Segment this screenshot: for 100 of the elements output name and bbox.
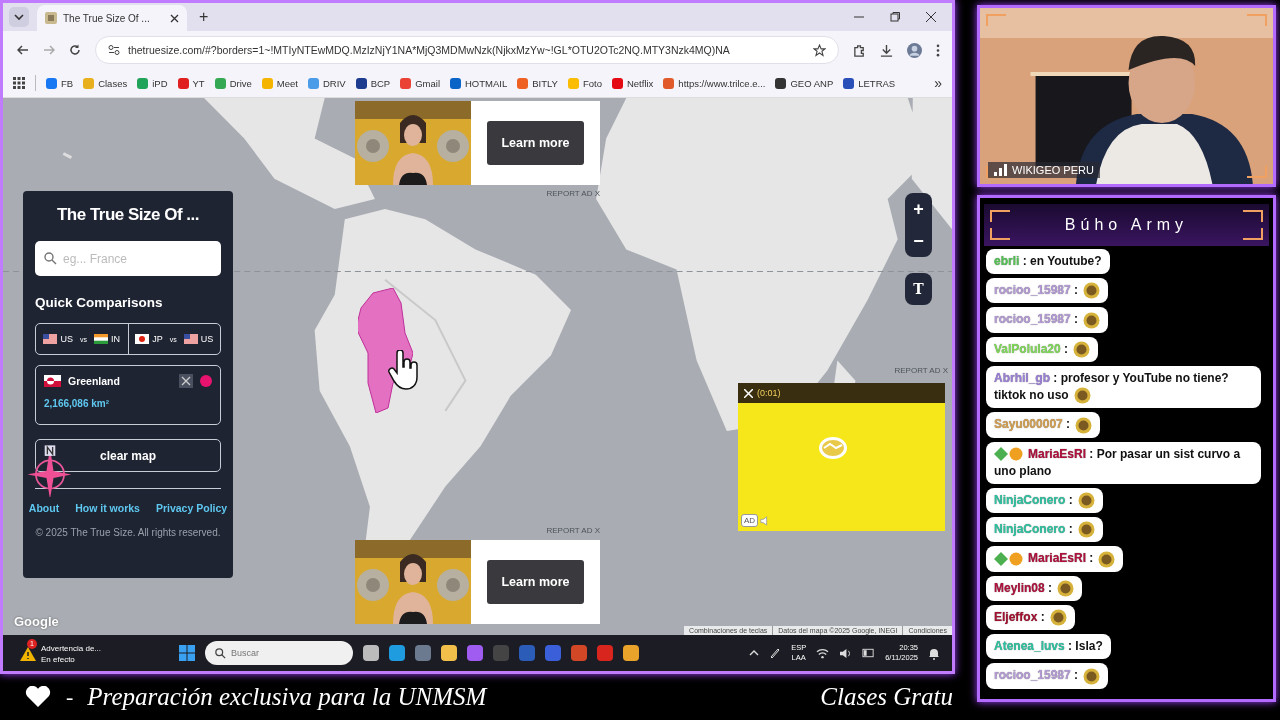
app-icon[interactable] (571, 645, 587, 661)
bookmark[interactable]: https://www.trilce.e... (663, 77, 766, 89)
bookmark-icon (177, 77, 189, 89)
bookmark-icon (450, 77, 461, 89)
chat-text: NinjaConero : (994, 492, 1073, 507)
chat-text: ValPolula20 : (994, 341, 1069, 356)
bookmark-icon (663, 77, 675, 89)
bookmark-icon (517, 77, 529, 89)
bookmark[interactable]: iPD (137, 77, 168, 89)
search-icon (215, 647, 226, 659)
bookmark[interactable]: GEO ANP (775, 77, 834, 89)
bookmark[interactable]: FB (46, 77, 74, 89)
chat-text: Atenea_luvs : Isla? (994, 639, 1103, 654)
restore-icon[interactable] (890, 12, 900, 22)
chat-text: rocioo_15987 : (994, 668, 1079, 683)
chat-text: rocioo_15987 : (994, 283, 1079, 297)
ticker-text: Preparación exclusiva para la UNMSM (87, 683, 487, 711)
chat-text: Eljeffox : (994, 609, 1045, 624)
app-icon[interactable] (597, 645, 613, 661)
battery-icon[interactable] (862, 648, 876, 658)
address-field[interactable]: thetruesize.com/#?borders=1~!MTIyNTEwMDQ.MzIzNjY1NA*MjQ3MDMwNzk(NjkxMzYw~!GL*OTU2OTc2NQ.MTY3Nzk4MQ)NA (95, 36, 839, 64)
bookmark-icon (46, 77, 57, 89)
notification-bell-icon[interactable] (928, 646, 940, 660)
chat-text: rocioo_15987 : (994, 312, 1079, 327)
ticker-separator: - (66, 684, 74, 710)
menu-icon[interactable] (936, 43, 940, 57)
app-icon[interactable] (363, 645, 379, 661)
bookmark-icon (843, 77, 855, 89)
bookmark[interactable]: BCP (355, 77, 391, 89)
bookmark-icon (137, 77, 149, 89)
bookmark[interactable]: Drive (214, 77, 252, 89)
chat-text: MariaEsRI : Por pasar un sist curvo a uno plano (994, 446, 1242, 478)
app-icon[interactable] (441, 645, 457, 661)
chat-text: Abrhil_gb : profesor y YouTube no tiene? tiktok no uso (994, 371, 1230, 402)
app-icon[interactable] (623, 645, 639, 661)
bookmark[interactable]: Foto (567, 77, 602, 89)
bookmark[interactable]: Meet (261, 77, 298, 89)
signal-bars-icon (994, 164, 1008, 176)
bookmark[interactable]: Clases (83, 77, 128, 89)
bookmark[interactable]: HOTMAIL (450, 77, 508, 89)
more-bookmarks-button[interactable]: » (934, 75, 942, 91)
bookmark[interactable]: YT (177, 77, 205, 89)
corner-bracket (990, 228, 1010, 240)
bookmark-icon (355, 77, 367, 89)
streamer-name: WIKIGEO PERU (1012, 164, 1094, 176)
bookmark[interactable]: Netflix (611, 77, 654, 89)
volume-icon[interactable] (839, 647, 853, 659)
bookmark-icon (567, 77, 579, 89)
bookmark-icon (400, 77, 412, 89)
wifi-icon[interactable] (816, 647, 830, 659)
chevron-down-icon (14, 12, 24, 22)
chat-text: Meylin08 : (994, 580, 1053, 595)
bookmark-icon (611, 77, 623, 89)
bookmark-icon (83, 77, 95, 89)
bookmark[interactable]: Gmail (400, 77, 440, 89)
corner-bracket (1243, 228, 1263, 240)
chat-text: NinjaConero : (994, 521, 1073, 536)
chevron-up-icon[interactable] (749, 649, 760, 657)
notification-subtitle: En efecto (41, 654, 76, 665)
corner-bracket (1247, 14, 1267, 26)
corner-bracket (990, 210, 1010, 222)
apps-icon[interactable] (13, 77, 25, 89)
browser-tab[interactable]: The True Size Of ... (37, 5, 187, 31)
bookmark[interactable]: BITLY (517, 77, 558, 89)
site-icon (45, 12, 57, 24)
ticker-text: Clases Gratu (820, 683, 954, 711)
back-icon[interactable] (17, 44, 29, 56)
tab-list-button[interactable] (9, 7, 29, 27)
bookmark-star-icon[interactable] (813, 43, 826, 57)
pen-icon[interactable] (769, 647, 782, 659)
bookmark-icon (261, 77, 273, 89)
close-icon[interactable] (170, 13, 179, 23)
corner-bracket (986, 14, 1006, 26)
corner-bracket (1247, 166, 1267, 178)
app-icon[interactable] (415, 645, 431, 661)
bookmark[interactable]: LETRAS (843, 77, 896, 89)
bookmark-icon (307, 77, 319, 89)
warning-icon (19, 646, 37, 662)
notification-title: Advertencia de... (41, 643, 102, 654)
profile-avatar-icon[interactable] (907, 42, 922, 58)
bookmark[interactable]: DRIV (307, 77, 346, 89)
heart-icon (24, 686, 52, 708)
chat-text: MariaEsRI : (1028, 551, 1094, 566)
bookmark-icon (214, 77, 226, 89)
app-icon[interactable] (467, 645, 483, 661)
site-settings-icon[interactable] (108, 44, 120, 56)
chat-text: ebrli : en Youtube? (994, 254, 1102, 268)
extensions-icon[interactable] (853, 43, 866, 57)
chat-text: Sayu000007 : (994, 417, 1071, 432)
bookmark-icon (775, 77, 787, 89)
taskbar-search-field[interactable]: Buscar (205, 641, 353, 665)
close-icon[interactable] (926, 12, 936, 22)
chat-title: Búho Army (1064, 216, 1189, 234)
corner-bracket (1243, 210, 1263, 222)
download-icon[interactable] (880, 43, 893, 57)
new-tab-button[interactable]: + (195, 8, 213, 26)
reload-icon[interactable] (69, 44, 81, 56)
app-icon[interactable] (389, 645, 405, 661)
tab-title: The True Size Of ... (63, 12, 151, 24)
start-icon[interactable] (179, 645, 195, 661)
